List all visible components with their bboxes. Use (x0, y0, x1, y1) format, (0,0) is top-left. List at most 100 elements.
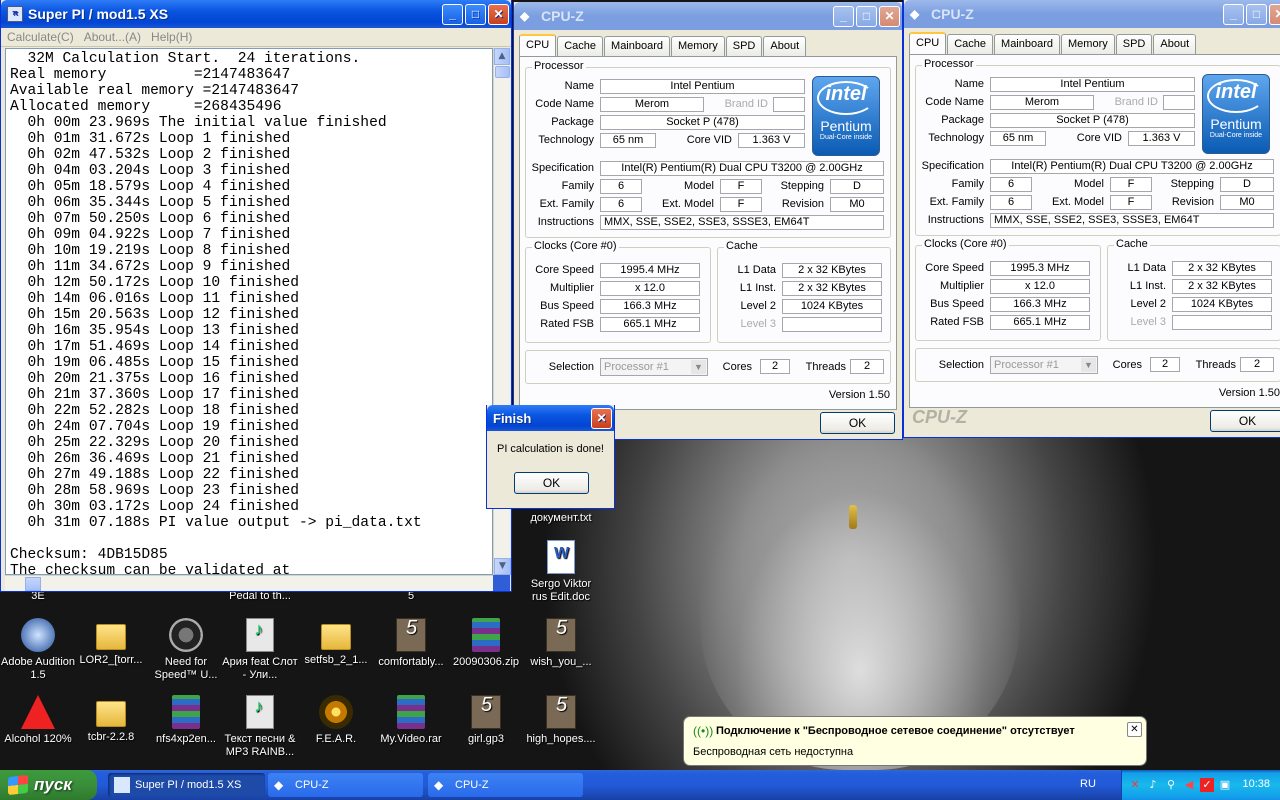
minimize-button[interactable]: _ (1223, 3, 1244, 25)
desktop-icon-wish-you[interactable]: wish_you_... (523, 618, 599, 669)
processor-select[interactable]: Processor #1 ▼ (990, 356, 1098, 374)
start-button[interactable]: пуск (0, 770, 97, 800)
processor-select[interactable]: Processor #1 ▼ (600, 358, 708, 376)
tab-mainboard[interactable]: Mainboard (994, 34, 1061, 54)
console-line: 0h 15m 20.563s Loop 12 finished (10, 307, 300, 323)
close-button[interactable]: ✕ (591, 407, 612, 429)
desktop-icon-comfortably[interactable]: comfortably... (373, 618, 449, 669)
cpuz-window-1[interactable]: ◆ CPU-Z _ □ ✕ CPU Cache Mainboard Memory… (513, 2, 903, 440)
desktop-icon-nfs[interactable]: Need for Speed™ U... (148, 618, 224, 682)
rated-fsb-value: 665.1 MHz (600, 317, 700, 332)
processor-group: Processor Name Intel Pentium Code Name M… (915, 58, 1280, 236)
group-title: Cache (1114, 238, 1150, 250)
close-button[interactable]: ✕ (488, 3, 509, 25)
desktop-icon-adobe-audition[interactable]: Adobe Audition 1.5 (0, 618, 76, 682)
finish-titlebar[interactable]: Finish ✕ (487, 405, 614, 431)
gp5-icon (471, 695, 501, 729)
field-label: Threads (1195, 359, 1236, 371)
maximize-button[interactable]: □ (1246, 3, 1267, 25)
specification-value: Intel(R) Pentium(R) Dual CPU T3200 @ 2.0… (600, 161, 884, 176)
processor-name-value: Intel Pentium (990, 77, 1195, 92)
ok-button[interactable]: OK (1210, 410, 1280, 432)
horizontal-scrollbar[interactable] (5, 575, 493, 591)
desktop-icon-alcohol[interactable]: Alcohol 120% (0, 695, 76, 746)
volume-icon[interactable]: ◀ (1182, 778, 1196, 792)
desktop-icon-20090306-zip[interactable]: 20090306.zip (448, 618, 524, 669)
minimize-button[interactable]: _ (833, 5, 854, 27)
language-indicator[interactable]: RU (1080, 778, 1096, 790)
desktop-icon-setfsb[interactable]: setfsb_2_1... (298, 618, 374, 667)
field-label: Specification (921, 160, 984, 172)
maximize-button[interactable]: □ (856, 5, 877, 27)
cpuz-window-2[interactable]: ◆ CPU-Z _ □ ✕ CPU Cache Mainboard Memory… (903, 0, 1280, 438)
speaker-icon[interactable]: ♪ (1146, 778, 1160, 792)
cpuz-tabs: CPU Cache Mainboard Memory SPD About (519, 34, 807, 56)
menu-help[interactable]: Help(H) (151, 30, 192, 44)
tab-memory[interactable]: Memory (671, 36, 725, 56)
cpuz-tabs: CPU Cache Mainboard Memory SPD About (909, 32, 1197, 54)
multiplier-value: x 12.0 (600, 281, 700, 296)
tab-mainboard[interactable]: Mainboard (604, 36, 671, 56)
tab-about[interactable]: About (763, 36, 807, 56)
ok-button[interactable]: OK (514, 472, 589, 494)
antivirus-icon[interactable]: ✓ (1200, 778, 1214, 792)
field-label: Code Name (535, 98, 594, 110)
menu-calculate[interactable]: Calculate(C) (7, 30, 74, 44)
cpuz-app-icon: ◆ (910, 7, 920, 21)
scroll-down-arrow-icon[interactable]: ▼ (494, 558, 511, 575)
cpuz-titlebar[interactable]: ◆ CPU-Z _ □ ✕ (904, 0, 1280, 28)
desktop-icon-my-video[interactable]: My.Video.rar (373, 695, 449, 746)
tab-spd[interactable]: SPD (1115, 34, 1153, 54)
finish-dialog[interactable]: Finish ✕ PI calculation is done! OK (486, 405, 615, 509)
level2-value: 1024 KBytes (1172, 297, 1272, 312)
minimize-button[interactable]: _ (442, 3, 463, 25)
desktop-icon-txt[interactable]: документ.txt (523, 512, 599, 525)
superpi-window[interactable]: π Super PI / mod1.5 XS _ □ ✕ Calculate(C… (0, 0, 512, 592)
tab-cache[interactable]: Cache (947, 34, 994, 54)
tab-cache[interactable]: Cache (557, 36, 604, 56)
taskbar-button-superpi[interactable]: Super PI / mod1.5 XS (108, 773, 265, 797)
desktop-icon-sergo-doc[interactable]: Sergo Viktor rus Edit.doc (523, 540, 599, 604)
scroll-up-arrow-icon[interactable]: ▲ (494, 48, 510, 65)
network-notification-balloon[interactable]: ((•)) Подключение к "Беспроводное сетево… (683, 716, 1147, 766)
network-disconnected-icon[interactable]: ✕ (1128, 778, 1142, 792)
scroll-thumb[interactable] (25, 577, 41, 591)
ok-button[interactable]: OK (820, 412, 895, 434)
menu-about[interactable]: About...(A) (84, 30, 141, 44)
technology-value: 65 nm (990, 131, 1046, 146)
tab-spd[interactable]: SPD (725, 36, 763, 56)
taskbar-button-cpuz-2[interactable]: ◆ CPU-Z (428, 773, 583, 797)
resize-grip[interactable] (493, 575, 510, 591)
tab-memory[interactable]: Memory (1061, 34, 1115, 54)
close-icon[interactable]: ✕ (1127, 722, 1142, 737)
cpuz-titlebar[interactable]: ◆ CPU-Z _ □ ✕ (514, 2, 902, 30)
display-icon[interactable]: ▣ (1218, 778, 1232, 792)
tab-cpu[interactable]: CPU (519, 34, 557, 56)
tab-about[interactable]: About (1153, 34, 1197, 54)
field-label: Family (561, 180, 594, 192)
desktop-icon-girl-gp3[interactable]: girl.gp3 (448, 695, 524, 746)
scroll-thumb[interactable] (495, 66, 510, 78)
desktop-icon-fear[interactable]: F.E.A.R. (298, 695, 374, 746)
maximize-button[interactable]: □ (465, 3, 486, 25)
close-button[interactable]: ✕ (1269, 3, 1280, 25)
close-button[interactable]: ✕ (879, 5, 900, 27)
chevron-down-icon[interactable]: ▼ (691, 360, 706, 374)
desktop-icon-lor2[interactable]: LOR2_[torr... (73, 618, 149, 667)
taskbar-button-cpuz-1[interactable]: ◆ CPU-Z (268, 773, 423, 797)
superpi-console-output[interactable]: 32M Calculation Start. 24 iterations. Rea… (5, 48, 493, 575)
superpi-titlebar[interactable]: π Super PI / mod1.5 XS _ □ ✕ (1, 0, 511, 28)
field-label: Technology (538, 134, 594, 146)
usb-icon[interactable]: ⚲ (1164, 778, 1178, 792)
desktop-icon-aria-mp3[interactable]: Ария feat Слот - Ули... (222, 618, 298, 682)
console-line: 0h 16m 35.954s Loop 13 finished (10, 323, 300, 339)
chevron-down-icon[interactable]: ▼ (1081, 358, 1096, 372)
desktop-icon-nfs4xp2en[interactable]: nfs4xp2en... (148, 695, 224, 746)
folder-icon (96, 624, 126, 650)
desktop-icon-high-hopes[interactable]: high_hopes.... (523, 695, 599, 746)
desktop-icon-rainbow-mp3[interactable]: Текст песни & MP3 RAINB... (222, 695, 298, 759)
desktop-icon-label: Текст песни & MP3 RAINB... (224, 733, 296, 758)
window-title: Super PI / mod1.5 XS (28, 6, 169, 22)
desktop-icon-tcbr[interactable]: tcbr-2.2.8 (73, 695, 149, 744)
tab-cpu[interactable]: CPU (909, 32, 947, 54)
